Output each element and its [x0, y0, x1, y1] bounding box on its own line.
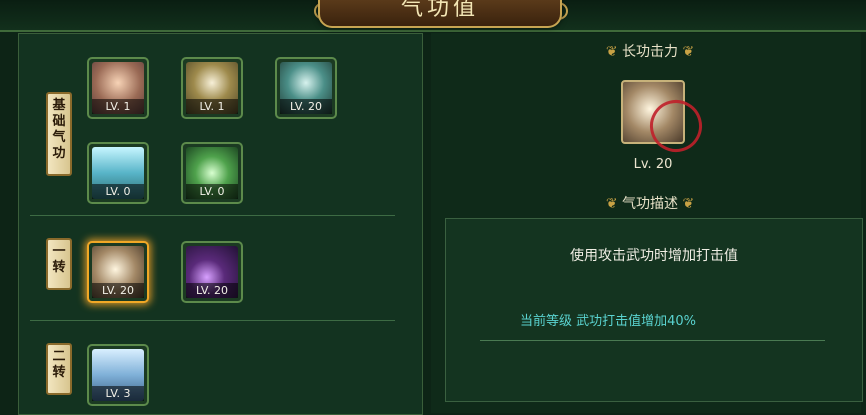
- skill-level: LV. 20: [92, 283, 144, 298]
- skill-level: LV. 0: [92, 184, 144, 199]
- skill-slot[interactable]: LV. 0: [87, 142, 149, 204]
- cloud-ornament-icon: ❦: [605, 196, 618, 212]
- selected-skill-level: Lv. 20: [633, 157, 673, 172]
- window-title: 气功值: [400, 0, 479, 21]
- row-label-char: 二: [52, 349, 66, 364]
- skill-name-header: ❦ 长功击力 ❦: [575, 41, 725, 61]
- description-divider: [480, 340, 825, 341]
- cloud-ornament-icon: ❦: [682, 196, 695, 212]
- skill-description: 使用攻击武功时增加打击值: [570, 248, 738, 264]
- row-label-second-turn: 二 转: [46, 343, 72, 395]
- skill-slot[interactable]: LV. 1: [181, 57, 243, 119]
- skill-level: LV. 3: [92, 386, 144, 401]
- current-level-effect: 当前等级 武功打击值增加40%: [520, 314, 697, 329]
- row-label-basic: 基 础 气 功: [46, 92, 72, 176]
- skill-level: LV. 20: [186, 283, 238, 298]
- row-divider: [30, 320, 395, 321]
- row-label-char: 础: [52, 114, 66, 129]
- row-divider: [30, 215, 395, 216]
- cloud-ornament-icon: ❦: [682, 44, 695, 60]
- skill-level: LV. 1: [186, 99, 238, 114]
- row-label-char: 转: [52, 365, 66, 380]
- row-label-char: 基: [52, 98, 66, 113]
- skill-slot[interactable]: LV. 20: [275, 57, 337, 119]
- cloud-ornament-icon: ❦: [605, 44, 618, 60]
- skill-slot[interactable]: LV. 0: [181, 142, 243, 204]
- skill-slot[interactable]: LV. 20: [181, 241, 243, 303]
- title-plate: 气功值: [318, 0, 562, 28]
- description-header: ❦ 气功描述 ❦: [575, 193, 725, 213]
- skill-level: LV. 20: [280, 99, 332, 114]
- description-title: 气功描述: [622, 196, 678, 212]
- row-label-char: 转: [52, 260, 66, 275]
- row-label-char: 功: [52, 146, 66, 161]
- skill-slot[interactable]: LV. 1: [87, 57, 149, 119]
- skill-level: LV. 0: [186, 184, 238, 199]
- skill-slot-selected[interactable]: LV. 20: [87, 241, 149, 303]
- row-label-first-turn: 一 转: [46, 238, 72, 290]
- skill-name: 长功击力: [622, 44, 678, 60]
- row-label-char: 一: [52, 244, 66, 259]
- skill-level: LV. 1: [92, 99, 144, 114]
- skill-slot[interactable]: LV. 3: [87, 344, 149, 406]
- row-label-char: 气: [52, 130, 66, 145]
